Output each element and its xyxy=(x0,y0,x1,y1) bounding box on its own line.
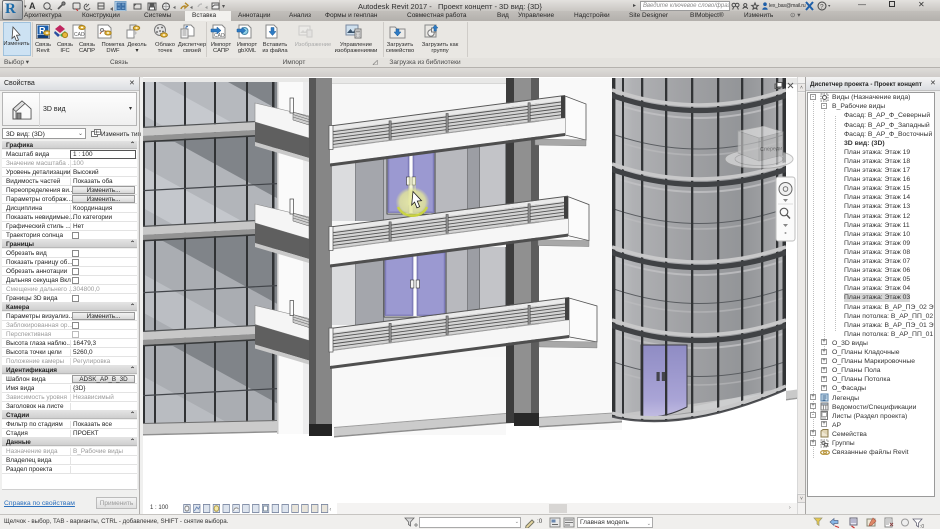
svg-text::0: :0 xyxy=(920,524,924,529)
svg-text:CAD: CAD xyxy=(214,33,225,39)
svg-text:Спереди: Спереди xyxy=(760,146,783,153)
svg-text:‹: ‹ xyxy=(329,507,331,514)
svg-text:?: ? xyxy=(820,3,824,10)
svg-text:CAD: CAD xyxy=(74,32,85,38)
